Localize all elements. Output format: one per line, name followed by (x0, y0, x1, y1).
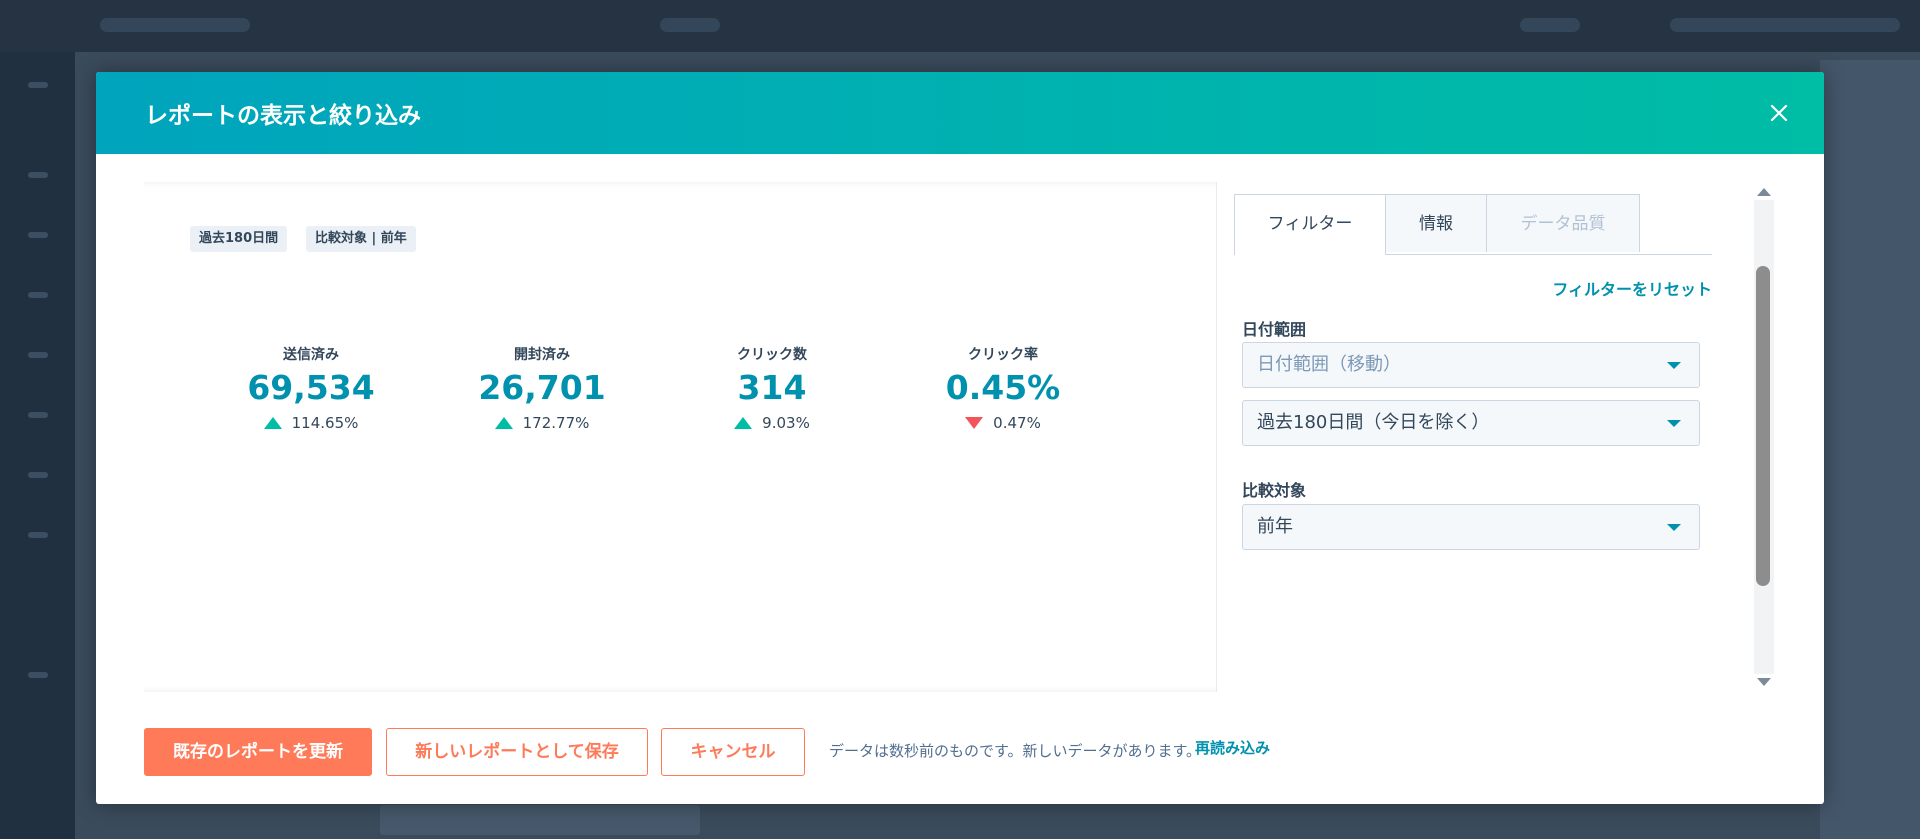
tab-filters[interactable]: フィルター (1234, 194, 1386, 255)
background-pill (1520, 18, 1580, 32)
background-sidebar-icon (28, 292, 48, 298)
background-pill (1670, 18, 1900, 32)
close-button[interactable] (1764, 98, 1794, 128)
date-range-value-select[interactable]: 過去180日間（今日を除く） (1242, 400, 1700, 446)
kpi-change: 9.03% (662, 414, 882, 432)
scroll-up-arrow-icon[interactable] (1757, 188, 1771, 196)
modal-header: レポートの表示と絞り込み (96, 72, 1824, 154)
scrollbar-thumb[interactable] (1756, 266, 1770, 586)
caret-down-icon (1667, 362, 1681, 369)
modal-body: 過去180日間 比較対象 | 前年 送信済み 69,534 114.65% 開封… (144, 182, 1776, 692)
filter-panel: フィルター 情報 データ品質 フィルターをリセット 日付範囲 日付範囲（移動） … (1234, 182, 1714, 692)
compare-select[interactable]: 前年 (1242, 504, 1700, 550)
save-as-new-report-button[interactable]: 新しいレポートとして保存 (386, 728, 648, 776)
select-value: 過去180日間（今日を除く） (1257, 412, 1490, 433)
kpi-value: 0.45% (945, 368, 1061, 407)
caret-down-icon (1667, 524, 1681, 531)
kpi-change: 172.77% (432, 414, 652, 432)
date-range-label: 日付範囲 (1242, 320, 1307, 339)
background-chart-strip (380, 805, 700, 835)
data-freshness-note: データは数秒前のものです。新しいデータがあります。 (829, 742, 1202, 760)
background-sidebar (0, 52, 75, 839)
tab-data-quality[interactable]: データ品質 (1486, 194, 1640, 252)
background-right-panel (1820, 60, 1920, 839)
date-range-type-select[interactable]: 日付範囲（移動） (1242, 342, 1700, 388)
background-sidebar-icon (28, 172, 48, 178)
trend-up-icon (734, 417, 753, 429)
cancel-button[interactable]: キャンセル (661, 728, 805, 776)
kpi-label: 開封済み (514, 347, 570, 363)
compare-label: 比較対象 (1242, 481, 1307, 500)
kpi-clicks: クリック数 314 9.03% (662, 344, 882, 432)
scroll-down-arrow-icon[interactable] (1757, 678, 1771, 686)
kpi-value: 69,534 (247, 368, 375, 407)
report-filter-modal: レポートの表示と絞り込み 過去180日間 比較対象 | 前年 送信済み 69,5… (96, 72, 1824, 804)
tab-info[interactable]: 情報 (1385, 194, 1487, 252)
background-sidebar-icon (28, 412, 48, 418)
kpi-value: 26,701 (478, 368, 606, 407)
kpi-change-value: 0.47% (993, 414, 1041, 432)
background-sidebar-icon (28, 472, 48, 478)
kpi-click-rate: クリック率 0.45% 0.47% (893, 344, 1113, 432)
update-report-button[interactable]: 既存のレポートを更新 (144, 728, 372, 776)
filter-tabs: フィルター 情報 データ品質 (1234, 194, 1712, 255)
reload-link[interactable]: 再読み込み (1195, 737, 1270, 758)
trend-up-icon (494, 417, 513, 429)
trend-down-icon (965, 417, 984, 429)
reset-filters-link[interactable]: フィルターをリセット (1552, 276, 1712, 300)
kpi-label: クリック数 (737, 347, 807, 363)
select-value: 日付範囲（移動） (1257, 354, 1401, 375)
kpi-change-value: 9.03% (762, 414, 810, 432)
background-sidebar-icon (28, 232, 48, 238)
kpi-value: 314 (737, 368, 807, 407)
kpi-change-value: 114.65% (291, 414, 359, 432)
kpi-sent: 送信済み 69,534 114.65% (201, 344, 421, 432)
background-sidebar-icon (28, 672, 48, 678)
close-icon (1770, 104, 1788, 122)
kpi-label: 送信済み (283, 347, 339, 363)
report-preview: 過去180日間 比較対象 | 前年 送信済み 69,534 114.65% 開封… (144, 182, 1217, 692)
background-sidebar-icon (28, 352, 48, 358)
kpi-opened: 開封済み 26,701 172.77% (432, 344, 652, 432)
background-sidebar-icon (28, 532, 48, 538)
modal-title: レポートの表示と絞り込み (145, 103, 421, 129)
select-value: 前年 (1257, 516, 1293, 537)
kpi-label: クリック率 (968, 347, 1038, 363)
background-pill (100, 18, 250, 32)
background-sidebar-icon (28, 82, 48, 88)
kpi-change: 114.65% (201, 414, 421, 432)
kpi-change-value: 172.77% (522, 414, 590, 432)
background-pill (660, 18, 720, 32)
kpi-change: 0.47% (893, 414, 1113, 432)
trend-up-icon (263, 417, 282, 429)
caret-down-icon (1667, 420, 1681, 427)
background-topbar (0, 0, 1920, 52)
compare-tag: 比較対象 | 前年 (306, 226, 416, 252)
date-range-tag: 過去180日間 (190, 226, 288, 252)
